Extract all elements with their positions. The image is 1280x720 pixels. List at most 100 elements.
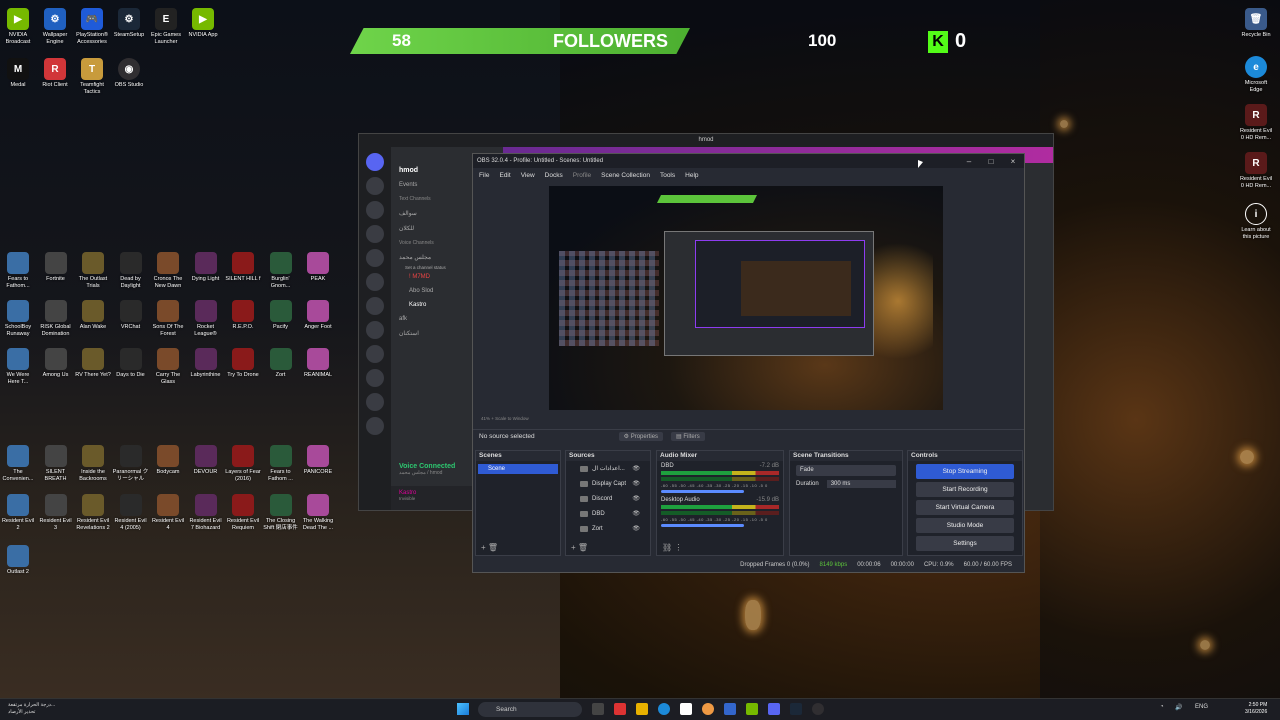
taskbar-search[interactable]: Search	[478, 702, 582, 717]
game-shortcut[interactable]: Anger Foot	[300, 300, 336, 331]
server-icon[interactable]	[366, 177, 384, 195]
game-shortcut[interactable]: Labyrinthine	[188, 348, 224, 379]
game-shortcut[interactable]: REANIMAL	[300, 348, 336, 379]
game-shortcut[interactable]: The Walking Dead The ...	[300, 494, 336, 532]
minimize-icon[interactable]: –	[958, 157, 980, 166]
eye-icon[interactable]: 👁	[632, 525, 640, 532]
steam-icon[interactable]	[790, 703, 802, 715]
transition-select[interactable]: Fade	[796, 465, 896, 476]
start-virtual-camera-button[interactable]: Start Virtual Camera	[916, 500, 1014, 515]
source-item[interactable]: DBD 👁	[566, 506, 650, 521]
game-shortcut[interactable]: Fears to Fathom...	[0, 252, 36, 290]
game-shortcut[interactable]: SILENT BREATH	[38, 445, 74, 483]
task-view-icon[interactable]	[592, 703, 604, 715]
eye-icon[interactable]: 👁	[632, 480, 640, 487]
game-shortcut[interactable]: Days to Die	[113, 348, 149, 379]
game-shortcut[interactable]: RISK Global Domination	[38, 300, 74, 338]
menu-view[interactable]: View	[521, 172, 535, 179]
game-shortcut[interactable]: SchoolBoy Runaway	[0, 300, 36, 338]
game-shortcut[interactable]: Alan Wake	[75, 300, 111, 331]
game-shortcut[interactable]: Dying Light	[188, 252, 224, 283]
game-shortcut[interactable]: Pacify	[263, 300, 299, 331]
server-icon[interactable]	[366, 369, 384, 387]
server-icon[interactable]	[366, 201, 384, 219]
game-shortcut[interactable]: Carry The Glass	[150, 348, 186, 386]
game-shortcut[interactable]: Zort	[263, 348, 299, 379]
game-shortcut[interactable]: Inside the Backrooms	[75, 445, 111, 483]
eye-icon[interactable]: 👁	[632, 495, 640, 502]
game-shortcut[interactable]: Layers of Fear (2016)	[225, 445, 261, 483]
app-icon[interactable]	[614, 703, 626, 715]
game-shortcut[interactable]: Resident Evil 4	[150, 494, 186, 532]
game-shortcut[interactable]: Resident Evil Revelations 2	[75, 494, 111, 532]
desktop-icon[interactable]: e Microsoft Edge	[1238, 56, 1274, 94]
discord-icon[interactable]	[768, 703, 780, 715]
game-shortcut[interactable]: Bodycam	[150, 445, 186, 476]
game-shortcut[interactable]: Resident Evil 4 (2005)	[113, 494, 149, 532]
desktop-icon[interactable]: ⚙ SteamSetup	[111, 8, 147, 39]
desktop-icon[interactable]: 🎮 PlayStation® Accessories	[74, 8, 110, 46]
game-shortcut[interactable]: Rocket League®	[188, 300, 224, 338]
server-icon[interactable]	[366, 393, 384, 411]
discord-home-icon[interactable]	[366, 153, 384, 171]
desktop-icon[interactable]: M Medal	[0, 58, 36, 89]
game-shortcut[interactable]: RV There Yet?	[75, 348, 111, 379]
game-shortcut[interactable]: We Were Here T...	[0, 348, 36, 386]
trash-icon[interactable]: 🗑	[488, 543, 498, 552]
desktop-icon[interactable]: 🗑 Recycle Bin	[1238, 8, 1274, 39]
menu-scene-collection[interactable]: Scene Collection	[601, 172, 650, 179]
server-icon[interactable]	[366, 273, 384, 291]
desktop-icon[interactable]: ⚙ Wallpaper Engine	[37, 8, 73, 46]
eye-icon[interactable]: 👁	[632, 465, 640, 472]
obs-preview[interactable]	[549, 186, 943, 410]
trash-icon[interactable]: 🗑	[578, 543, 588, 552]
game-shortcut[interactable]: VRChat	[113, 300, 149, 331]
filters-button[interactable]: ▤ Filters	[671, 432, 705, 441]
language-indicator[interactable]: ENG	[1195, 704, 1208, 710]
menu-tools[interactable]: Tools	[660, 172, 675, 179]
game-shortcut[interactable]: Among Us	[38, 348, 74, 379]
link-icon[interactable]: ⛓	[662, 543, 672, 552]
source-item[interactable]: Zort 👁	[566, 521, 650, 536]
settings-button[interactable]: Settings	[916, 536, 1014, 551]
weather-widget[interactable]: درجة الحرارة مرتفعة... تحذير الأرصاد	[8, 702, 55, 716]
desktop-icon[interactable]: E Epic Games Launcher	[148, 8, 184, 46]
more-icon[interactable]: ⋮	[674, 543, 682, 552]
server-icon[interactable]	[366, 297, 384, 315]
wifi-icon[interactable]: ◔	[1160, 704, 1164, 710]
add-icon[interactable]: +	[481, 543, 486, 552]
menu-profile[interactable]: Profile	[573, 172, 591, 179]
game-shortcut[interactable]: Outlast 2	[0, 545, 36, 576]
server-icon[interactable]	[366, 417, 384, 435]
desktop-icon[interactable]: T Teamfight Tactics	[74, 58, 110, 96]
desktop-icon[interactable]: R Resident Evil 0 HD Rem...	[1238, 104, 1274, 142]
obs-icon[interactable]	[812, 703, 824, 715]
desktop-icon[interactable]: R Riot Client	[37, 58, 73, 89]
preview-scale[interactable]: 41% + Scale to Window	[481, 416, 529, 421]
desktop-icon[interactable]: ◉ OBS Studio	[111, 58, 147, 89]
game-shortcut[interactable]: Try To Drone	[225, 348, 261, 379]
source-item[interactable]: Display Capt 👁	[566, 476, 650, 491]
menu-help[interactable]: Help	[685, 172, 698, 179]
game-shortcut[interactable]: Resident Evil 2	[0, 494, 36, 532]
desktop-icon[interactable]: R Resident Evil 0 HD Rem...	[1238, 152, 1274, 190]
game-shortcut[interactable]: The Convenien...	[0, 445, 36, 483]
game-shortcut[interactable]: Resident Evil 7 Biohazard	[188, 494, 224, 532]
server-icon[interactable]	[366, 225, 384, 243]
desktop-icon[interactable]: ▶ NVIDIA App	[185, 8, 221, 39]
game-shortcut[interactable]: Paranormal クリーシャル	[113, 445, 149, 483]
server-icon[interactable]	[366, 249, 384, 267]
obs-window[interactable]: OBS 32.0.4 - Profile: Untitled - Scenes:…	[472, 153, 1025, 573]
file-explorer-icon[interactable]	[636, 703, 648, 715]
game-shortcut[interactable]: SILENT HILL f	[225, 252, 261, 283]
menu-edit[interactable]: Edit	[499, 172, 510, 179]
properties-button[interactable]: ⚙ Properties	[618, 432, 664, 441]
game-shortcut[interactable]: Fears to Fathom ...	[263, 445, 299, 483]
server-icon[interactable]	[366, 321, 384, 339]
volume-slider[interactable]	[661, 490, 744, 493]
scene-item[interactable]: Scene	[478, 464, 558, 474]
maximize-icon[interactable]: □	[980, 157, 1002, 166]
game-shortcut[interactable]: Resident Evil 3	[38, 494, 74, 532]
chrome-icon[interactable]	[702, 703, 714, 715]
clock[interactable]: 2:50 PM 3/16/2026	[1245, 702, 1267, 716]
